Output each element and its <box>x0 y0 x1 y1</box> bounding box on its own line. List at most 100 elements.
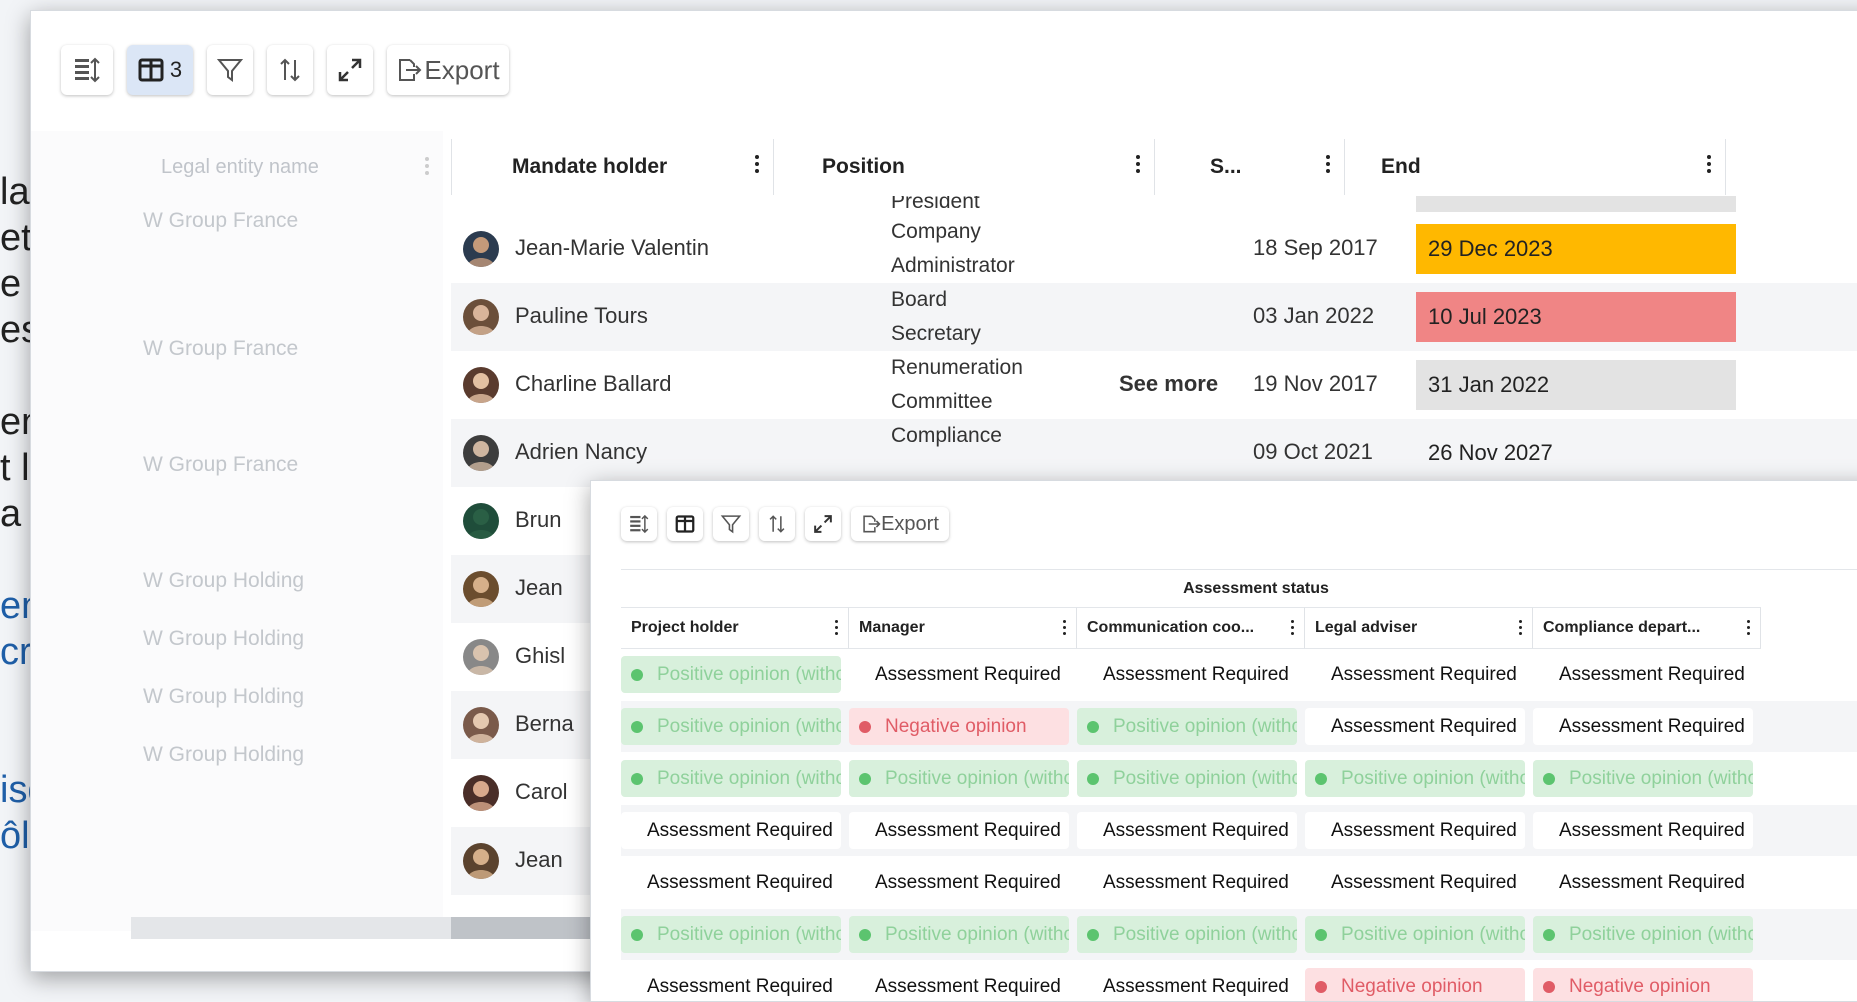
assessment-required-badge[interactable]: Assessment Required <box>1533 708 1753 745</box>
positive-opinion-badge[interactable]: Positive opinion (witho <box>621 708 841 745</box>
assessment-required-badge[interactable]: Assessment Required <box>621 864 841 901</box>
assessment-required-badge[interactable]: Assessment Required <box>1305 656 1525 693</box>
filter-button[interactable] <box>207 45 253 95</box>
table-row[interactable]: Positive opinion (witho Negative opinion P… <box>621 701 1857 752</box>
assessment-grid-panel: Export Assessment status Project holder M… <box>590 480 1857 1002</box>
horizontal-scrollbar-track[interactable] <box>131 917 451 939</box>
assessment-required-badge[interactable]: Assessment Required <box>1077 968 1297 1001</box>
assessment-required-badge[interactable]: Assessment Required <box>621 968 841 1001</box>
positive-opinion-badge[interactable]: Positive opinion (witho <box>621 760 841 797</box>
table-row[interactable]: Positive opinion (witho Positive opinion … <box>621 909 1857 960</box>
assessment-status-text: Positive opinion (witho <box>1569 923 1753 945</box>
column-menu-icon[interactable] <box>1747 620 1750 638</box>
assessment-required-badge[interactable]: Assessment Required <box>1533 864 1753 901</box>
columns-count: 3 <box>169 57 183 82</box>
fullscreen-button[interactable] <box>327 45 373 95</box>
legal-entity-value: W Group Holding <box>143 569 305 592</box>
see-more-link[interactable]: See more <box>1119 371 1218 397</box>
assessment-required-badge[interactable]: Assessment Required <box>849 968 1069 1001</box>
table-row[interactable]: Positive opinion (witho Assessment Requir… <box>621 649 1857 700</box>
table-row[interactable]: Charline Ballard Renumeration Committee See… <box>451 351 1857 419</box>
table-row[interactable]: Pauline Tours Board Secretary 03 Jan 2022 10… <box>451 283 1857 351</box>
columns-button[interactable] <box>667 507 703 541</box>
positive-opinion-badge[interactable]: Positive opinion (witho <box>1305 760 1525 797</box>
column-menu-icon[interactable] <box>1707 155 1711 176</box>
positive-opinion-badge[interactable]: Positive opinion (witho <box>621 916 841 953</box>
export-button[interactable]: Export <box>387 45 509 95</box>
column-menu-icon[interactable] <box>1063 620 1066 638</box>
assessment-required-badge[interactable]: Assessment Required <box>1533 812 1753 849</box>
negative-opinion-badge[interactable]: Negative opinion <box>1533 968 1753 1001</box>
positive-opinion-badge[interactable]: Positive opinion (witho <box>1077 916 1297 953</box>
column-menu-icon[interactable] <box>425 157 429 178</box>
assessment-status-text: Assessment Required <box>647 871 833 893</box>
assessment-status-text: Positive opinion (witho <box>1341 923 1525 945</box>
mandate-holder-name: Charline Ballard <box>515 371 672 396</box>
filter-button[interactable] <box>713 507 749 541</box>
assessment-status-text: Assessment Required <box>1559 819 1745 841</box>
table-row[interactable]: Adrien Nancy Compliance 09 Oct 2021 26 Nov … <box>451 419 1857 487</box>
assessment-status-text: Assessment Required <box>1103 663 1289 685</box>
column-header-position[interactable]: Position <box>774 139 1155 195</box>
table-row[interactable]: Jean-Marie Valentin Company Administrator 1… <box>451 215 1857 283</box>
column-menu-icon[interactable] <box>835 620 838 638</box>
positive-opinion-badge[interactable]: Positive opinion (witho <box>849 916 1069 953</box>
column-header-assessment[interactable]: Manager <box>849 607 1077 649</box>
avatar <box>463 231 499 267</box>
column-menu-icon[interactable] <box>1136 155 1140 176</box>
column-header-end[interactable]: End <box>1345 139 1726 195</box>
assessment-required-badge[interactable]: Assessment Required <box>1077 812 1297 849</box>
assessment-required-badge[interactable]: Assessment Required <box>1305 708 1525 745</box>
positive-opinion-badge[interactable]: Positive opinion (witho <box>1305 916 1525 953</box>
row-density-icon <box>75 57 100 83</box>
columns-button[interactable]: 3 <box>127 45 193 95</box>
export-button[interactable]: Export <box>851 507 949 541</box>
table-row[interactable]: Assessment Required Assessment Required As… <box>621 961 1857 1001</box>
filter-icon <box>720 515 742 534</box>
column-header-assessment[interactable]: Communication coo... <box>1077 607 1305 649</box>
column-header-legal-entity[interactable]: Legal entity name <box>111 139 441 195</box>
negative-opinion-badge[interactable]: Negative opinion <box>849 708 1069 745</box>
assessment-required-badge[interactable]: Assessment Required <box>849 656 1069 693</box>
column-menu-icon[interactable] <box>1291 620 1294 638</box>
column-header-start[interactable]: S... <box>1155 139 1345 195</box>
assessment-required-badge[interactable]: Assessment Required <box>621 812 841 849</box>
fullscreen-button[interactable] <box>805 507 841 541</box>
row-density-button[interactable] <box>621 507 657 541</box>
row-density-button[interactable] <box>61 45 113 95</box>
positive-opinion-badge[interactable]: Positive opinion (witho <box>621 656 841 693</box>
column-menu-icon[interactable] <box>755 155 759 176</box>
column-header-assessment[interactable]: Compliance depart... <box>1533 607 1761 649</box>
positive-opinion-badge[interactable]: Positive opinion (witho <box>1077 708 1297 745</box>
assessment-status-text: Positive opinion (witho <box>885 923 1069 945</box>
table-row[interactable]: Positive opinion (witho Positive opinion … <box>621 753 1857 804</box>
assessment-status-text: Assessment Required <box>875 871 1061 893</box>
assessment-required-badge[interactable]: Assessment Required <box>1077 656 1297 693</box>
sort-button[interactable] <box>267 45 313 95</box>
positive-opinion-badge[interactable]: Positive opinion (witho <box>849 760 1069 797</box>
horizontal-scrollbar-thumb[interactable] <box>451 917 611 939</box>
assessment-required-badge[interactable]: Assessment Required <box>1533 656 1753 693</box>
column-header-assessment[interactable]: Project holder <box>621 607 849 649</box>
assessment-required-badge[interactable]: Assessment Required <box>849 812 1069 849</box>
column-header-mandate-holder[interactable]: Mandate holder <box>451 139 774 195</box>
positive-opinion-badge[interactable]: Positive opinion (witho <box>1533 916 1753 953</box>
sort-button[interactable] <box>759 507 795 541</box>
table-row[interactable]: Assessment Required Assessment Required As… <box>621 857 1857 908</box>
negative-opinion-badge[interactable]: Negative opinion <box>1305 968 1525 1001</box>
positive-opinion-badge[interactable]: Positive opinion (witho <box>1077 760 1297 797</box>
column-header-assessment[interactable]: Legal adviser <box>1305 607 1533 649</box>
position-header-label: Position <box>822 155 905 178</box>
assessment-status-text: Assessment Required <box>647 975 833 997</box>
column-menu-icon[interactable] <box>1519 620 1522 638</box>
assessment-status-text: Positive opinion (witho <box>657 767 841 789</box>
table-row[interactable]: Assessment Required Assessment Required As… <box>621 805 1857 856</box>
assessment-required-badge[interactable]: Assessment Required <box>1077 864 1297 901</box>
assessment-required-badge[interactable]: Assessment Required <box>1305 864 1525 901</box>
start-header-label: S... <box>1210 155 1242 178</box>
start-date: 18 Sep 2017 <box>1253 235 1378 260</box>
assessment-required-badge[interactable]: Assessment Required <box>1305 812 1525 849</box>
column-menu-icon[interactable] <box>1326 155 1330 176</box>
positive-opinion-badge[interactable]: Positive opinion (witho <box>1533 760 1753 797</box>
assessment-required-badge[interactable]: Assessment Required <box>849 864 1069 901</box>
